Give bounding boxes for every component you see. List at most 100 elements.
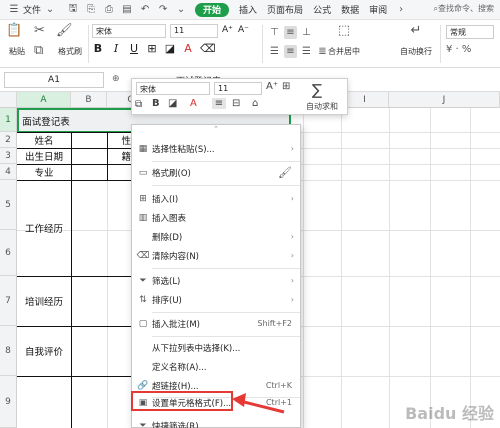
chevron-up-icon[interactable]: ⌃ <box>132 125 300 133</box>
more-tabs-icon[interactable]: › <box>395 4 407 15</box>
menu-icon: ☰ <box>9 4 19 15</box>
cell-a1[interactable]: 面试登记表 <box>19 109 73 132</box>
menu-item-insert-comment[interactable]: ▢ 插入批注(M) Shift+F2 <box>132 314 300 333</box>
merge-center-button[interactable]: ⬚ 合并居中 <box>324 24 364 57</box>
column-header-b[interactable]: B <box>71 92 107 108</box>
grow-font-icon[interactable]: A⁺ <box>222 25 233 35</box>
row-header-4[interactable]: 4 <box>0 164 17 180</box>
menu-item-paste-special[interactable]: ▦ 选择性粘贴(S)... › <box>132 139 300 158</box>
quick-filter-icon: ⏷ <box>139 420 147 428</box>
export-pdf-icon[interactable]: ▤ <box>121 4 133 15</box>
tab-home[interactable]: 开始 <box>195 2 230 17</box>
menu-item-clear-contents[interactable]: ⌫ 清除内容(N) › <box>132 246 300 265</box>
menu-item-define-name[interactable]: 定义名称(A)... <box>132 357 300 376</box>
print-icon[interactable]: ⎙ <box>103 4 115 15</box>
hamburger-menu[interactable]: ☰ 文件 ⌄ <box>0 0 64 20</box>
tab-formulas[interactable]: 公式 <box>308 0 336 20</box>
clear-icon: ⌫ <box>136 250 150 261</box>
menu-item-label: 筛选(L) <box>152 276 181 287</box>
row-header-2[interactable]: 2 <box>0 132 17 148</box>
grow-font-icon[interactable]: A⁺ <box>266 81 278 92</box>
row-header-3[interactable]: 3 <box>0 148 17 164</box>
comment-icon: ▢ <box>138 318 148 329</box>
border-icon[interactable]: ⊞ <box>282 81 290 92</box>
menu-item-format-painter[interactable]: ▭ 格式刷(O) 🖌 <box>132 163 300 182</box>
menu-item-insert-chart[interactable]: ▥ 插入图表 <box>132 208 300 227</box>
cell-a8[interactable]: 自我评价 <box>17 326 71 376</box>
menu-item-filter[interactable]: ⏷ 筛选(L) › <box>132 271 300 290</box>
copy-icon[interactable]: ⧉ <box>34 44 43 58</box>
command-search[interactable]: ⌕查找命令、搜索 <box>434 3 494 14</box>
align-left-icon[interactable]: ☰ <box>268 45 281 58</box>
bold-icon[interactable]: B <box>152 98 160 109</box>
row-header-5[interactable]: 5 <box>0 180 17 230</box>
column-header-j[interactable]: J <box>389 92 500 108</box>
cell-a5[interactable]: 工作经历 <box>17 180 71 276</box>
autosum-label[interactable]: 自动求和 <box>306 101 338 112</box>
row-header-6[interactable]: 6 <box>0 230 17 276</box>
chevron-down-icon: ⌄ <box>45 4 55 15</box>
cell-a3[interactable]: 出生日期 <box>17 148 71 164</box>
fill-color-icon[interactable]: ◪ <box>164 42 176 55</box>
row-header-8[interactable]: 8 <box>0 326 17 376</box>
column-header-i[interactable]: I <box>341 92 389 108</box>
font-name-select[interactable]: 宋体 <box>92 24 166 38</box>
tab-insert[interactable]: 插入 <box>234 0 262 20</box>
currency-icon[interactable]: ¥ · % <box>446 44 471 55</box>
cell-a7[interactable]: 培训经历 <box>17 276 71 326</box>
save-icon[interactable]: 🖫 <box>67 1 79 18</box>
wrap-text-button[interactable]: ↵ 自动换行 <box>396 24 436 57</box>
mini-font-size-select[interactable]: 11 <box>214 82 262 95</box>
align-right-icon[interactable]: ☰ <box>300 45 313 58</box>
insert-icon: ⊞ <box>139 193 147 204</box>
clear-format-icon[interactable]: ⌫ <box>200 42 216 55</box>
divider <box>152 185 300 186</box>
font-size-select[interactable]: 11 <box>170 24 218 38</box>
border-icon[interactable]: ⊞ <box>146 42 158 55</box>
row-header-7[interactable]: 7 <box>0 276 17 326</box>
mini-font-name-select[interactable]: 宋体 <box>136 82 210 95</box>
underline-icon[interactable]: U <box>128 42 140 55</box>
menu-item-sort[interactable]: ⇅ 排序(U) › <box>132 290 300 309</box>
format-icon[interactable]: ⌂ <box>252 98 258 109</box>
font-color-icon[interactable]: A <box>182 42 194 55</box>
align-bottom-icon[interactable]: ⊥ <box>300 26 313 39</box>
paste-button[interactable]: 📋 粘贴 <box>6 24 28 57</box>
copy-format-icon[interactable]: ⧉ <box>135 99 142 110</box>
align-top-icon[interactable]: ⊤ <box>268 26 281 39</box>
tab-data[interactable]: 数据 <box>336 0 364 20</box>
tab-page-layout[interactable]: 页面布局 <box>262 0 308 20</box>
undo-icon[interactable]: ↶ <box>139 4 151 15</box>
tab-review[interactable]: 审阅 <box>364 0 392 20</box>
menu-item-delete[interactable]: 删除(D) › <box>132 227 300 246</box>
number-format-select[interactable]: 常规 <box>446 25 494 39</box>
column-header-a[interactable]: A <box>17 92 71 108</box>
cell-c3[interactable]: 籍 <box>107 148 131 164</box>
row-header-1[interactable]: 1 <box>0 108 17 132</box>
menu-item-insert[interactable]: ⊞ 插入(I) › <box>132 189 300 208</box>
align-center-icon[interactable]: ≡ <box>212 98 226 109</box>
align-center-icon[interactable]: ≡ <box>284 45 297 58</box>
undo-history-icon[interactable]: ⎘ <box>85 4 97 15</box>
italic-icon[interactable]: I <box>110 42 122 55</box>
dropdown-icon[interactable]: ⌄ <box>175 4 187 15</box>
bold-icon[interactable]: B <box>92 42 104 55</box>
shrink-font-icon[interactable]: A⁻ <box>238 25 249 35</box>
sigma-icon[interactable]: ∑ <box>312 81 322 99</box>
menu-item-pick-from-list[interactable]: 从下拉列表中选择(K)... <box>132 338 300 357</box>
fill-color-icon[interactable]: ◪ <box>168 98 177 109</box>
cell-a2[interactable]: 姓名 <box>17 132 71 148</box>
cell-a4[interactable]: 专业 <box>17 164 71 180</box>
merge-icon[interactable]: ⊟ <box>232 98 240 109</box>
row-header-9[interactable]: 9 <box>0 376 17 428</box>
select-all-corner[interactable] <box>0 92 17 108</box>
format-painter-button[interactable]: 🖌 格式刷 <box>56 24 84 57</box>
redo-icon[interactable]: ↷ <box>157 4 169 15</box>
font-color-icon[interactable]: A <box>190 98 197 109</box>
align-middle-icon[interactable]: ≡ <box>284 26 297 39</box>
cell-c2[interactable]: 性 <box>107 132 131 148</box>
gridline <box>430 108 431 428</box>
cut-icon[interactable]: ✂ <box>34 24 45 38</box>
zoom-icon[interactable]: ⊕ <box>112 74 120 84</box>
name-box[interactable]: A1 <box>4 72 104 88</box>
